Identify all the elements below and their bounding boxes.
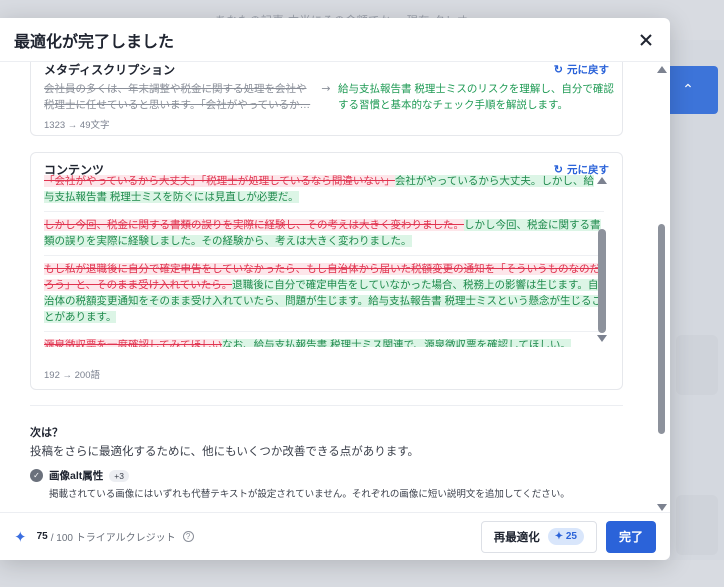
undo-icon: ↻ <box>553 64 563 76</box>
meta-char-count: 1323 → 49文字 <box>44 120 110 131</box>
arrow-right-icon: → <box>321 82 331 95</box>
dialog-header: 最適化が完了しました <box>0 18 670 62</box>
scroll-thumb[interactable] <box>598 229 606 333</box>
scroll-down-icon[interactable] <box>597 335 607 342</box>
content-scrollbar[interactable] <box>597 177 607 349</box>
dialog-title: 最適化が完了しました <box>14 33 175 51</box>
help-icon[interactable]: ? <box>182 531 194 542</box>
diff-paragraph: もし私が退職後に自分で確定申告をしていなかったら、もし自治体から届いた税額変更の… <box>44 256 604 332</box>
meta-card-header: メタディスクリプション ↻ 元に戻す <box>44 62 609 78</box>
diff-paragraph: 源泉徴収票を一度確認してみてほしいなお、給与支払報告書 税理士ミス関連で、源泉徴… <box>44 332 604 347</box>
close-icon <box>640 33 652 46</box>
sparkle-icon: ✦ <box>14 527 27 546</box>
content-word-count: 192 → 200語 <box>44 370 100 381</box>
tip-header: ✓ 画像alt属性 +3 <box>30 468 620 483</box>
background-card <box>676 335 718 395</box>
scroll-thumb[interactable] <box>658 224 665 434</box>
diff-paragraph: しかし今回、税金に関する書類の誤りを実際に経験し、その考えは大きく変わりました。… <box>44 212 604 256</box>
background-card <box>676 495 718 555</box>
meta-card-title: メタディスクリプション <box>44 63 176 77</box>
section-divider <box>30 405 623 406</box>
close-button[interactable] <box>636 30 656 50</box>
content-diff-list[interactable]: 「会社がやっているから大丈夫」「税理士が処理しているなら間違いない」会社がやって… <box>44 175 604 347</box>
scroll-down-icon[interactable] <box>657 504 667 511</box>
improvement-tip[interactable]: ✓ 画像alt属性 +3 掲載されている画像にはいずれも代替テキストが設定されて… <box>30 468 620 500</box>
meta-description-card: メタディスクリプション ↻ 元に戻す 会社員の多くは、年末調整や税金に関する処理… <box>30 62 623 136</box>
meta-old-text: 会社員の多くは、年末調整や税金に関する処理を会社や税理士に任せていると思います。… <box>44 83 311 111</box>
optimization-complete-dialog: 最適化が完了しました メタディスクリプション ↻ 元に戻す 会社員の多くは、年末… <box>0 18 670 560</box>
next-steps-title: 次は？ <box>30 427 63 439</box>
dialog-footer: ✦ 75 / 100 トライアルクレジット ? 再最適化 ✦ 25 完了 <box>0 512 670 560</box>
reoptimize-cost-badge: ✦ 25 <box>547 528 584 545</box>
credits-total: / 100 トライアルクレジット <box>50 533 176 544</box>
meta-new-text: 給与支払報告書 税理士ミスのリスクを理解し、自分で確認する習慣と基本的なチェック… <box>338 83 614 111</box>
tip-title: 画像alt属性 <box>49 470 104 482</box>
deleted-text: 「会社がやっているから大丈夫」「税理士が処理しているなら間違いない」 <box>44 175 395 187</box>
dialog-scrollbar[interactable] <box>656 66 667 512</box>
reoptimize-label: 再最適化 <box>493 531 540 544</box>
content-card: コンテンツ ↻ 元に戻す 「会社がやっているから大丈夫」「税理士が処理しているな… <box>30 152 623 390</box>
meta-revert-button[interactable]: ↻ 元に戻す <box>554 62 609 77</box>
inserted-text: なお、給与支払報告書 税理士ミス関連で、源泉徴収票を確認してほしい。 <box>222 339 571 347</box>
credits-indicator: 75 / 100 トライアルクレジット ? <box>37 529 194 544</box>
tip-badge: +3 <box>109 469 129 482</box>
dialog-body[interactable]: メタディスクリプション ↻ 元に戻す 会社員の多くは、年末調整や税金に関する処理… <box>0 62 670 512</box>
background-bottom-bar <box>0 560 724 587</box>
meta-revert-label: 元に戻す <box>567 64 609 76</box>
footer-actions: 再最適化 ✦ 25 完了 <box>480 520 656 553</box>
deleted-text: しかし今回、税金に関する書類の誤りを実際に経験し、その考えは大きく変わりました。 <box>44 219 464 231</box>
scroll-up-icon[interactable] <box>597 177 607 184</box>
meta-diff-row: 会社員の多くは、年末調整や税金に関する処理を会社や税理士に任せていると思います。… <box>44 81 614 113</box>
done-button[interactable]: 完了 <box>606 520 656 553</box>
check-circle-icon: ✓ <box>30 469 43 482</box>
deleted-text: 源泉徴収票を一度確認してみてほしい <box>44 339 223 347</box>
tip-description: 掲載されている画像にはいずれも代替テキストが設定されていません。それぞれの画像に… <box>49 489 570 500</box>
next-steps-description: 投稿をさらに最適化するために、他にもいくつか改善できる点があります。 <box>30 446 420 458</box>
scroll-up-icon[interactable] <box>657 66 667 73</box>
reoptimize-button[interactable]: 再最適化 ✦ 25 <box>480 520 597 553</box>
diff-paragraph: 「会社がやっているから大丈夫」「税理士が処理しているなら間違いない」会社がやって… <box>44 175 604 212</box>
credits-used: 75 <box>36 531 48 542</box>
